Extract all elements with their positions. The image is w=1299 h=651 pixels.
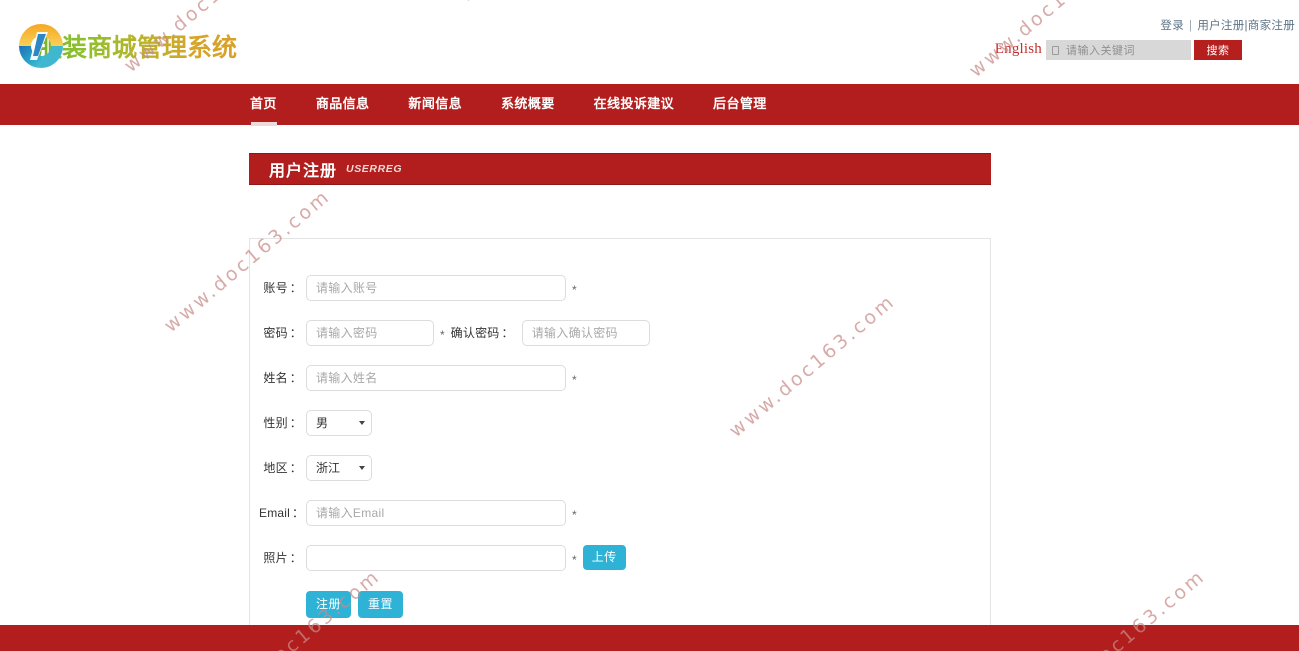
account-field[interactable]: 请输入账号: [306, 275, 566, 301]
nav-item-admin[interactable]: 后台管理: [713, 84, 767, 125]
form-row-email: Email： 请输入Email *: [250, 490, 990, 535]
photo-required-mark: *: [572, 554, 577, 566]
account-placeholder: 请输入账号: [316, 279, 378, 296]
form-actions: 注册 重置: [306, 591, 990, 618]
panel-body: 账号： 请输入账号 * 密码： 请输入密码 * 确认密码： 请输入确认密码: [249, 238, 991, 634]
page-title-en: USERREG: [346, 163, 402, 175]
site-header: 服装商城管理系统 登录 | 用户注册|商家注册 English 请输入关键词 搜索: [0, 0, 1299, 84]
login-link[interactable]: 登录: [1160, 20, 1184, 32]
email-required-mark: *: [572, 509, 577, 521]
nav-item-products[interactable]: 商品信息: [316, 84, 370, 125]
email-placeholder: 请输入Email: [316, 504, 384, 521]
password-placeholder: 请输入密码: [316, 324, 378, 341]
form-row-realname: 姓名： 请输入姓名 *: [250, 355, 990, 400]
site-footer: [0, 625, 1299, 651]
page-title: 用户注册: [269, 157, 337, 181]
photo-label: 照片：: [259, 549, 306, 566]
form-row-account: 账号： 请输入账号 *: [250, 265, 990, 310]
confirm-password-label: 确认密码：: [451, 324, 518, 341]
photo-field[interactable]: [306, 545, 566, 571]
email-label: Email：: [259, 504, 306, 521]
region-select[interactable]: 浙江: [306, 455, 372, 481]
nav-item-overview[interactable]: 系统概要: [501, 84, 555, 125]
upload-button[interactable]: 上传: [583, 545, 626, 570]
nav-item-home[interactable]: 首页: [250, 84, 277, 125]
page-root: 服装商城管理系统 登录|用户注册|商家注册 English 请输入关键词 搜索 …: [0, 0, 1299, 651]
panel-header: 用户注册 USERREG: [249, 153, 991, 185]
gender-label: 性别：: [259, 414, 306, 431]
language-switch[interactable]: English: [995, 41, 1042, 58]
form-row-gender: 性别： 男: [250, 400, 990, 445]
links-separator: |: [1189, 20, 1192, 32]
form-row-password: 密码： 请输入密码 * 确认密码： 请输入确认密码: [250, 310, 990, 355]
search-icon: [1052, 46, 1059, 55]
nav-item-news[interactable]: 新闻信息: [408, 84, 462, 125]
swoosh-circle-logo-icon: [17, 22, 65, 70]
region-selected-value: 浙江: [316, 459, 340, 476]
registration-panel: 用户注册 USERREG 账号： 请输入账号 * 密码： 请输入密码: [249, 153, 991, 634]
account-required-mark: *: [572, 284, 577, 296]
site-logo-text: 服装商城管理系统: [37, 28, 237, 64]
password-label: 密码：: [259, 324, 306, 341]
site-logo[interactable]: 服装商城管理系统: [17, 22, 237, 70]
realname-label: 姓名：: [259, 369, 306, 386]
main-navigation: 首页 商品信息 新闻信息 系统概要 在线投诉建议 后台管理: [0, 84, 1299, 125]
realname-field[interactable]: 请输入姓名: [306, 365, 566, 391]
register-links[interactable]: 用户注册|商家注册: [1197, 20, 1295, 32]
chevron-down-icon: [359, 466, 365, 470]
password-field[interactable]: 请输入密码: [306, 320, 434, 346]
chevron-down-icon: [359, 421, 365, 425]
reset-button[interactable]: 重置: [358, 591, 403, 618]
header-account-links: 登录 | 用户注册|商家注册: [1160, 17, 1295, 33]
gender-selected-value: 男: [316, 414, 328, 431]
register-submit-button[interactable]: 注册: [306, 591, 351, 618]
search-input[interactable]: 请输入关键词: [1046, 40, 1191, 60]
password-required-mark: *: [440, 329, 445, 341]
confirm-password-field[interactable]: 请输入确认密码: [522, 320, 650, 346]
form-row-region: 地区： 浙江: [250, 445, 990, 490]
confirm-password-placeholder: 请输入确认密码: [532, 324, 618, 341]
account-label: 账号：: [259, 279, 306, 296]
email-field[interactable]: 请输入Email: [306, 500, 566, 526]
gender-select[interactable]: 男: [306, 410, 372, 436]
realname-required-mark: *: [572, 374, 577, 386]
realname-placeholder: 请输入姓名: [316, 369, 378, 386]
form-row-photo: 照片： * 上传: [250, 535, 990, 580]
registration-form: 账号： 请输入账号 * 密码： 请输入密码 * 确认密码： 请输入确认密码: [250, 239, 990, 633]
search-placeholder: 请输入关键词: [1066, 42, 1135, 58]
search-button[interactable]: 搜索: [1194, 40, 1242, 60]
nav-item-complaints[interactable]: 在线投诉建议: [594, 84, 674, 125]
region-label: 地区：: [259, 459, 306, 476]
